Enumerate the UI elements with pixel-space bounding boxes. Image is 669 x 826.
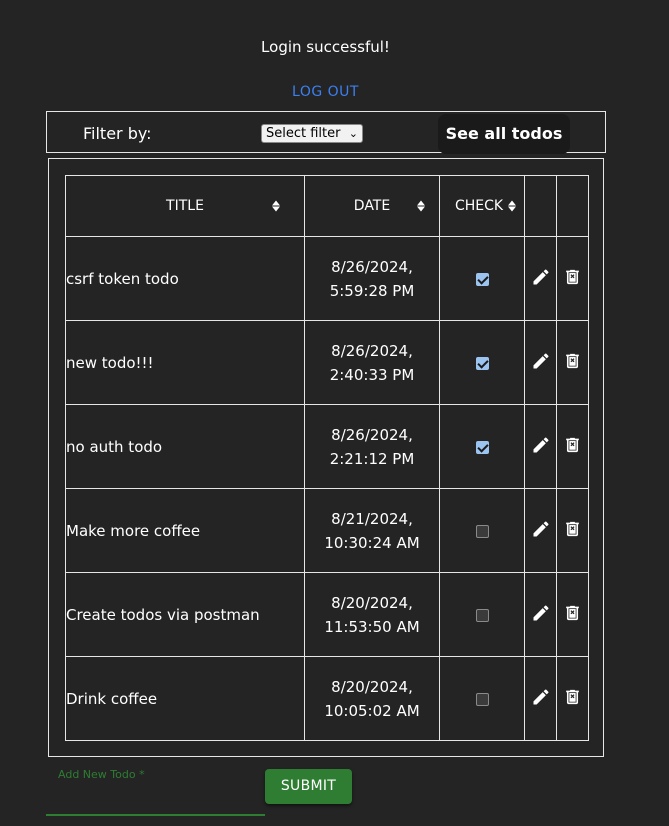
todo-date-line1: 8/26/2024, [331,257,413,276]
trash-icon[interactable] [563,521,582,543]
filter-bar: Filter by: Select filter ⌄ See all todos [46,111,606,154]
todo-edit-cell [524,488,557,573]
pencil-icon[interactable] [531,520,551,543]
pencil-icon[interactable] [531,604,551,627]
column-header-title[interactable]: TITLE [65,175,305,237]
todo-date: 8/26/2024, 2:21:12 PM [304,404,440,489]
todo-title: Create todos via postman [65,572,305,657]
todo-edit-cell [524,320,557,405]
todo-date-line2: 10:30:24 AM [324,533,420,552]
todo-check-cell [439,320,525,405]
todo-check-cell [439,404,525,489]
table-row: no auth todo 8/26/2024, 2:21:12 PM [65,404,589,489]
todo-date-line2: 11:53:50 AM [324,617,420,636]
column-header-check-label: CHECK [454,198,504,214]
todos-table-body: csrf token todo 8/26/2024, 5:59:28 PM new t… [65,236,589,741]
todo-date-line1: 8/20/2024, [331,593,413,612]
todo-checkbox[interactable] [475,356,489,370]
todo-date-line1: 8/20/2024, [331,677,413,696]
login-status-message: Login successful! [261,38,390,56]
todo-date-line2: 10:05:02 AM [324,701,420,720]
todo-check-cell [439,236,525,321]
submit-button[interactable]: SUBMIT [265,769,352,804]
trash-icon[interactable] [563,437,582,459]
todo-date-line1: 8/26/2024, [331,425,413,444]
table-row: Create todos via postman 8/20/2024, 11:53:… [65,572,589,657]
trash-icon[interactable] [563,353,582,375]
filter-select[interactable]: Select filter ⌄ [261,124,363,143]
todo-date: 8/21/2024, 10:30:24 AM [304,488,440,573]
sort-icon[interactable] [417,200,425,212]
todo-title: new todo!!! [65,320,305,405]
column-header-date[interactable]: DATE [304,175,440,237]
todo-checkbox[interactable] [475,524,489,538]
trash-icon[interactable] [563,605,582,627]
todo-delete-cell [556,236,589,321]
todo-title: Drink coffee [65,656,305,741]
todo-edit-cell [524,656,557,741]
todo-delete-cell [556,572,589,657]
table-row: csrf token todo 8/26/2024, 5:59:28 PM [65,236,589,321]
todos-table-container: TITLE DATE CHECK csrf token todo 8/26/20… [48,158,604,757]
see-all-todos-button[interactable]: See all todos [438,114,570,154]
todo-title: Make more coffee [65,488,305,573]
add-todo-field-label: Add New Todo * [58,768,145,781]
todo-check-cell [439,572,525,657]
todo-edit-cell [524,572,557,657]
column-header-title-label: TITLE [166,198,204,214]
todo-title: csrf token todo [65,236,305,321]
todo-check-cell [439,656,525,741]
todo-title: no auth todo [65,404,305,489]
column-header-check[interactable]: CHECK [439,175,525,237]
todo-delete-cell [556,488,589,573]
todo-checkbox[interactable] [475,440,489,454]
todo-date-line2: 2:40:33 PM [329,365,415,384]
pencil-icon[interactable] [531,688,551,711]
todo-date: 8/26/2024, 2:40:33 PM [304,320,440,405]
pencil-icon[interactable] [531,436,551,459]
table-header-row: TITLE DATE CHECK [65,175,589,237]
trash-icon[interactable] [563,689,582,711]
todo-date: 8/26/2024, 5:59:28 PM [304,236,440,321]
todo-check-cell [439,488,525,573]
todo-date-line2: 2:21:12 PM [329,449,415,468]
todo-delete-cell [556,320,589,405]
todo-delete-cell [556,404,589,489]
todo-date: 8/20/2024, 11:53:50 AM [304,572,440,657]
todo-date-line1: 8/21/2024, [331,509,413,528]
todo-date: 8/20/2024, 10:05:02 AM [304,656,440,741]
table-row: Drink coffee 8/20/2024, 10:05:02 AM [65,656,589,741]
column-header-delete [556,175,589,237]
filter-select-value: Select filter [266,126,341,141]
sort-icon[interactable] [508,200,516,212]
column-header-edit [524,175,557,237]
todos-table: TITLE DATE CHECK csrf token todo 8/26/20… [65,175,589,741]
todo-checkbox[interactable] [475,692,489,706]
todo-checkbox[interactable] [475,608,489,622]
todo-edit-cell [524,236,557,321]
table-row: Make more coffee 8/21/2024, 10:30:24 AM [65,488,589,573]
todo-edit-cell [524,404,557,489]
add-todo-form: Add New Todo * SUBMIT [46,764,606,824]
table-row: new todo!!! 8/26/2024, 2:40:33 PM [65,320,589,405]
todo-checkbox[interactable] [475,272,489,286]
add-todo-field[interactable]: Add New Todo * [46,764,265,816]
logout-link[interactable]: LOG OUT [0,84,651,100]
pencil-icon[interactable] [531,268,551,291]
todo-date-line2: 5:59:28 PM [329,281,415,300]
pencil-icon[interactable] [531,352,551,375]
column-header-date-label: DATE [353,198,391,214]
todo-delete-cell [556,656,589,741]
chevron-down-icon: ⌄ [348,127,358,140]
sort-icon[interactable] [272,200,280,212]
todo-date-line1: 8/26/2024, [331,341,413,360]
filter-label: Filter by: [83,124,152,143]
trash-icon[interactable] [563,269,582,291]
